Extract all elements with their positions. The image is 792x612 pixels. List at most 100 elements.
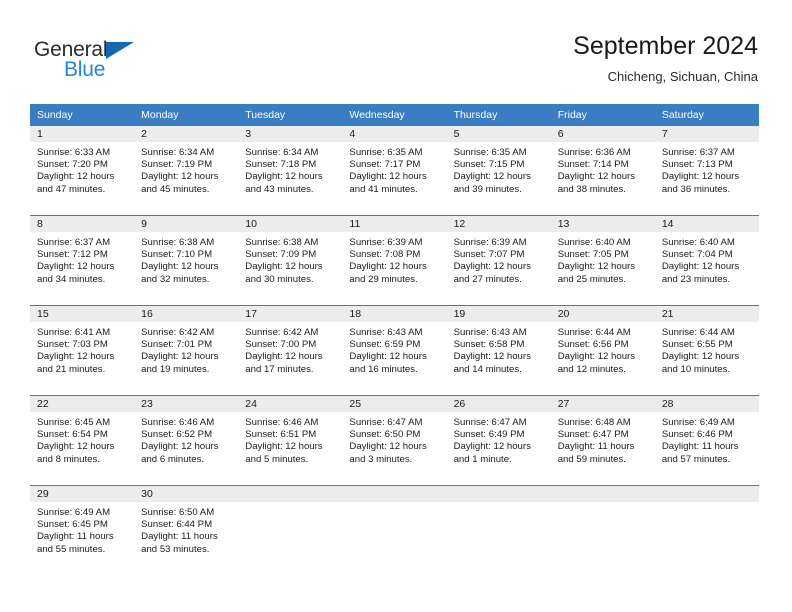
sunset-text: Sunset: 7:10 PM: [141, 249, 213, 261]
sunset-text: Sunset: 6:52 PM: [141, 429, 213, 441]
sunrise-text: Sunrise: 6:38 AM: [141, 237, 215, 248]
calendar-cell[interactable]: 15 Sunrise: 6:41 AM Sunset: 7:03 PM Dayligh…: [30, 305, 135, 396]
sunset-text: Sunset: 7:00 PM: [245, 339, 317, 351]
calendar-page: General Blue September 2024 Chicheng, Si…: [0, 0, 792, 612]
calendar-cell[interactable]: 19 Sunrise: 6:43 AM Sunset: 6:58 PM Dayligh…: [446, 305, 551, 396]
daylight-text-line2: and 38 minutes.: [557, 183, 626, 195]
daylight-text-line1: Daylight: 12 hours: [245, 171, 323, 183]
daylight-text-line2: and 41 minutes.: [349, 183, 418, 195]
daylight-text-line1: Daylight: 12 hours: [37, 261, 115, 273]
calendar-cell[interactable]: 2 Sunrise: 6:34 AM Sunset: 7:19 PM Daylight…: [134, 126, 239, 216]
daylight-text-line2: and 23 minutes.: [661, 273, 731, 285]
calendar-cell[interactable]: 24 Sunrise: 6:46 AM Sunset: 6:51 PM Dayligh…: [238, 395, 343, 486]
weekday-header-tuesday: Tuesday: [238, 104, 343, 126]
calendar-cell[interactable]: 11 Sunrise: 6:39 AM Sunset: 7:08 PM Dayligh…: [342, 215, 447, 306]
sunrise-text: Sunrise: 6:34 AM: [141, 147, 215, 158]
daylight-text-line2: and 1 minute.: [453, 453, 512, 465]
day-number: 27: [550, 396, 655, 413]
daylight-text-line2: and 16 minutes.: [349, 363, 418, 375]
daylight-text-line1: Daylight: 11 hours: [37, 531, 114, 543]
calendar-cell[interactable]: 28 Sunrise: 6:49 AM Sunset: 6:46 PM Dayligh…: [654, 395, 759, 486]
calendar-cell[interactable]: 16 Sunrise: 6:42 AM Sunset: 7:01 PM Dayligh…: [134, 305, 239, 396]
calendar-cell[interactable]: 10 Sunrise: 6:38 AM Sunset: 7:09 PM Dayligh…: [238, 215, 343, 306]
daylight-text-line2: and 3 minutes.: [349, 453, 413, 465]
sunrise-text: Sunrise: 6:41 AM: [37, 327, 111, 338]
day-details: Sunrise: 6:34 AM Sunset: 7:19 PM Daylight:…: [134, 143, 238, 196]
calendar-cell[interactable]: 8 Sunrise: 6:37 AM Sunset: 7:12 PM Daylight…: [30, 215, 135, 306]
sunrise-text: Sunrise: 6:40 AM: [661, 237, 735, 248]
day-number: 21: [654, 306, 759, 323]
sunrise-text: Sunrise: 6:39 AM: [349, 237, 423, 248]
calendar-cell[interactable]: 5 Sunrise: 6:35 AM Sunset: 7:15 PM Daylight…: [446, 126, 551, 216]
calendar-cell[interactable]: 17 Sunrise: 6:42 AM Sunset: 7:00 PM Dayligh…: [238, 305, 343, 396]
sunset-text: Sunset: 7:20 PM: [37, 159, 108, 171]
daylight-text-line2: and 36 minutes.: [661, 183, 731, 195]
sunset-text: Sunset: 7:15 PM: [453, 159, 525, 171]
calendar-cell[interactable]: 1 Sunrise: 6:33 AM Sunset: 7:20 PM Daylight…: [30, 126, 135, 216]
general-blue-logo[interactable]: General Blue: [34, 38, 234, 86]
calendar-cell[interactable]: 9 Sunrise: 6:38 AM Sunset: 7:10 PM Daylight…: [134, 215, 239, 306]
sunrise-text: Sunrise: 6:37 AM: [37, 237, 111, 248]
day-number: 1: [30, 126, 135, 143]
sunset-text: Sunset: 6:55 PM: [661, 339, 733, 351]
day-number: 15: [30, 306, 135, 323]
calendar-cell[interactable]: 12 Sunrise: 6:39 AM Sunset: 7:07 PM Dayligh…: [446, 215, 551, 306]
week-row: 1 Sunrise: 6:33 AM Sunset: 7:20 PM Daylight…: [30, 126, 759, 216]
triangle-icon: [106, 42, 134, 59]
day-details: Sunrise: 6:49 AM Sunset: 6:46 PM Daylight:…: [655, 413, 759, 466]
daylight-text-line1: Daylight: 12 hours: [661, 171, 740, 183]
daylight-text-line1: Daylight: 12 hours: [349, 171, 427, 183]
weekday-header-monday: Monday: [134, 104, 239, 126]
day-details: Sunrise: 6:42 AM Sunset: 7:00 PM Daylight:…: [238, 323, 342, 376]
daylight-text-line2: and 29 minutes.: [349, 273, 418, 285]
calendar-cell[interactable]: 30 Sunrise: 6:50 AM Sunset: 6:44 PM Dayligh…: [134, 485, 239, 575]
calendar-cell[interactable]: 26 Sunrise: 6:47 AM Sunset: 6:49 PM Dayligh…: [446, 395, 551, 486]
sunset-text: Sunset: 7:13 PM: [661, 159, 733, 171]
sunset-text: Sunset: 6:59 PM: [349, 339, 421, 351]
calendar-cell[interactable]: 3 Sunrise: 6:34 AM Sunset: 7:18 PM Daylight…: [238, 126, 343, 216]
sunrise-text: Sunrise: 6:49 AM: [37, 507, 111, 518]
sunrise-text: Sunrise: 6:39 AM: [453, 237, 527, 248]
calendar-cell[interactable]: 7 Sunrise: 6:37 AM Sunset: 7:13 PM Daylight…: [654, 126, 759, 216]
day-number: 22: [30, 396, 135, 413]
calendar-cell[interactable]: 23 Sunrise: 6:46 AM Sunset: 6:52 PM Dayligh…: [134, 395, 239, 486]
calendar-cell[interactable]: 4 Sunrise: 6:35 AM Sunset: 7:17 PM Daylight…: [342, 126, 447, 216]
calendar-cell[interactable]: 13 Sunrise: 6:40 AM Sunset: 7:05 PM Dayligh…: [550, 215, 655, 306]
day-details: Sunrise: 6:45 AM Sunset: 6:54 PM Daylight:…: [30, 413, 134, 466]
daylight-text-line1: Daylight: 12 hours: [557, 351, 636, 363]
calendar-cell[interactable]: 18 Sunrise: 6:43 AM Sunset: 6:59 PM Dayligh…: [342, 305, 447, 396]
calendar-cell[interactable]: 6 Sunrise: 6:36 AM Sunset: 7:14 PM Daylight…: [550, 126, 655, 216]
day-number: 30: [134, 486, 239, 503]
daylight-text-line2: and 30 minutes.: [245, 273, 314, 285]
calendar-cell[interactable]: 22 Sunrise: 6:45 AM Sunset: 6:54 PM Dayligh…: [30, 395, 135, 486]
calendar-cell[interactable]: 29 Sunrise: 6:49 AM Sunset: 6:45 PM Dayligh…: [30, 485, 135, 575]
daylight-text-line2: and 39 minutes.: [453, 183, 522, 195]
calendar-cell[interactable]: 14 Sunrise: 6:40 AM Sunset: 7:04 PM Dayligh…: [654, 215, 759, 306]
sunrise-text: Sunrise: 6:35 AM: [349, 147, 423, 158]
day-details: Sunrise: 6:40 AM Sunset: 7:05 PM Daylight:…: [551, 233, 655, 286]
day-details: Sunrise: 6:49 AM Sunset: 6:45 PM Daylight:…: [30, 503, 134, 556]
daylight-text-line1: Daylight: 12 hours: [245, 351, 323, 363]
sunset-text: Sunset: 7:03 PM: [37, 339, 108, 351]
day-details: Sunrise: 6:38 AM Sunset: 7:09 PM Daylight:…: [238, 233, 342, 286]
day-details: Sunrise: 6:47 AM Sunset: 6:50 PM Daylight:…: [342, 413, 446, 466]
sunset-text: Sunset: 7:14 PM: [557, 159, 629, 171]
calendar-body: 1 Sunrise: 6:33 AM Sunset: 7:20 PM Daylight…: [30, 126, 759, 575]
sunrise-text: Sunrise: 6:33 AM: [37, 147, 111, 158]
sunrise-text: Sunrise: 6:37 AM: [661, 147, 735, 158]
daylight-text-line1: Daylight: 12 hours: [453, 441, 531, 453]
day-number: 13: [550, 216, 655, 233]
day-details: Sunrise: 6:34 AM Sunset: 7:18 PM Daylight:…: [238, 143, 342, 196]
calendar-cell[interactable]: 25 Sunrise: 6:47 AM Sunset: 6:50 PM Dayligh…: [342, 395, 447, 486]
logo-text-blue: Blue: [64, 58, 106, 81]
sunrise-text: Sunrise: 6:48 AM: [557, 417, 631, 428]
daylight-text-line1: Daylight: 12 hours: [37, 441, 115, 453]
daylight-text-line2: and 57 minutes.: [661, 453, 731, 465]
daylight-text-line2: and 5 minutes.: [245, 453, 309, 465]
calendar-cell[interactable]: 21 Sunrise: 6:44 AM Sunset: 6:55 PM Dayligh…: [654, 305, 759, 396]
day-number: 29: [30, 486, 135, 503]
calendar-header-row: Sunday Monday Tuesday Wednesday Thursday…: [30, 104, 759, 126]
calendar-cell[interactable]: 27 Sunrise: 6:48 AM Sunset: 6:47 PM Dayligh…: [550, 395, 655, 486]
calendar-cell[interactable]: 20 Sunrise: 6:44 AM Sunset: 6:56 PM Dayligh…: [550, 305, 655, 396]
sunset-text: Sunset: 6:51 PM: [245, 429, 317, 441]
